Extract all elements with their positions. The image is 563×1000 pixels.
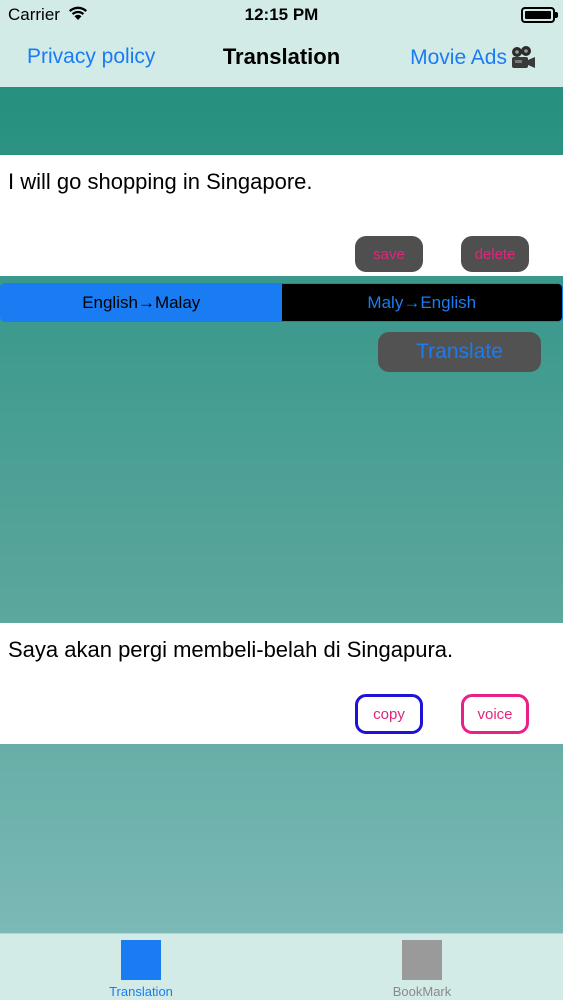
privacy-policy-link[interactable]: Privacy policy bbox=[27, 45, 155, 69]
copy-button[interactable]: copy bbox=[355, 694, 423, 734]
translation-tab-icon bbox=[121, 940, 161, 980]
status-bar: Carrier 12:15 PM bbox=[0, 0, 563, 30]
movie-ads-button[interactable]: Movie Ads bbox=[410, 45, 537, 71]
delete-button[interactable]: delete bbox=[461, 236, 529, 272]
segment-english-to-malay[interactable]: English→Malay bbox=[1, 284, 282, 321]
save-button[interactable]: save bbox=[355, 236, 423, 272]
translate-button[interactable]: Translate bbox=[378, 332, 541, 372]
tab-translation-label: Translation bbox=[109, 984, 173, 999]
movie-ads-label: Movie Ads bbox=[410, 46, 507, 69]
tab-bookmark-label: BookMark bbox=[392, 984, 452, 999]
navigation-bar: Privacy policy Translation Movie Ads bbox=[0, 30, 563, 87]
source-text[interactable]: I will go shopping in Singapore. bbox=[8, 169, 313, 195]
movie-camera-icon bbox=[512, 46, 535, 68]
tab-translation[interactable]: Translation bbox=[81, 934, 201, 1000]
translation-result-text: Saya akan pergi membeli-belah di Singapu… bbox=[8, 637, 454, 662]
bookmark-tab-icon bbox=[402, 940, 442, 980]
direction-segmented-control: English→Malay Maly→English bbox=[0, 283, 563, 322]
battery-icon bbox=[521, 7, 558, 23]
clock: 12:15 PM bbox=[244, 5, 319, 24]
voice-button[interactable]: voice bbox=[461, 694, 529, 734]
tab-bookmark[interactable]: BookMark bbox=[362, 934, 482, 1000]
segment-malay-to-english[interactable]: Maly→English bbox=[281, 284, 562, 321]
tab-bar: Translation BookMark bbox=[0, 933, 563, 1000]
